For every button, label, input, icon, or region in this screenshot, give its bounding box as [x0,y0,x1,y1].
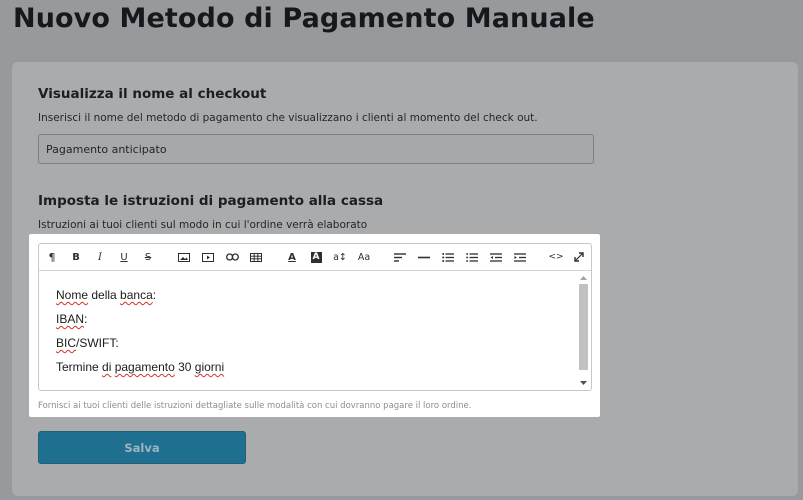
paragraph-style-button[interactable]: ¶ [42,244,62,270]
background-color-button[interactable]: A [306,244,326,270]
outdent-icon [490,252,502,262]
font-size-button[interactable]: a↕ [330,244,350,270]
indent-button[interactable] [510,244,530,270]
outdent-button[interactable] [486,244,506,270]
video-icon [202,252,214,262]
indent-icon [514,252,526,262]
highlight-color-icon: A [310,251,322,263]
bold-button[interactable]: B [66,244,86,270]
instructions-editor-panel: ¶ B I U S A A a↕ Aa <> Nome della banca:… [29,234,600,417]
payment-method-form: Visualizza il nome al checkout Inserisci… [12,62,798,496]
align-left-icon [394,252,406,262]
instructions-heading: Imposta le istruzioni di pagamento alla … [38,193,384,209]
unordered-list-button[interactable] [438,244,458,270]
editor-content[interactable]: Nome della banca: IBAN: BIC/SWIFT: Termi… [39,271,591,390]
fullscreen-button[interactable] [569,244,589,270]
scroll-up-arrow-icon[interactable] [578,273,589,282]
scroll-down-arrow-icon[interactable] [578,378,589,387]
image-icon [178,252,190,262]
insert-video-button[interactable] [198,244,218,270]
content-line-bic: BIC/SWIFT: [56,336,119,350]
spellcheck-word: IBAN [56,312,85,326]
content-line-bank-name: Nome della banca: [56,288,156,302]
underline-button[interactable]: U [114,244,134,270]
table-icon [250,252,262,262]
save-button[interactable]: Salva [38,431,246,464]
editor-toolbar: ¶ B I U S A A a↕ Aa <> [39,244,591,271]
content-text: Termine [56,360,103,374]
rich-text-editor: ¶ B I U S A A a↕ Aa <> Nome della banca:… [38,243,592,391]
spellcheck-word: Nome [56,288,89,302]
link-icon [225,253,239,261]
strikethrough-button[interactable]: S [138,244,158,270]
numbered-list-icon [466,252,478,262]
horizontal-rule-icon [418,256,430,258]
insert-table-button[interactable] [246,244,266,270]
page-title: Nuovo Metodo di Pagamento Manuale [13,3,595,34]
checkout-name-input[interactable] [38,134,594,164]
editor-hint: Fornisci ai tuoi clienti delle istruzion… [38,401,472,411]
align-button[interactable] [390,244,410,270]
content-text: : [84,312,88,326]
checkout-name-helper: Inserisci il nome del metodo di pagament… [38,112,538,124]
content-text: /SWIFT: [76,336,119,350]
checkout-name-heading: Visualizza il nome al checkout [38,86,267,102]
content-text: : [152,288,157,302]
spellcheck-word: di [102,360,112,374]
font-color-button[interactable]: A [282,244,302,270]
code-view-button[interactable]: <> [546,244,566,270]
spellcheck-word: giorni [194,360,225,374]
content-text: della [88,288,121,302]
bulleted-list-icon [442,252,454,262]
editor-scrollbar[interactable] [578,273,589,387]
font-family-button[interactable]: Aa [354,244,374,270]
italic-button[interactable]: I [90,244,110,270]
insert-link-button[interactable] [222,244,242,270]
spellcheck-word: pagamento [114,360,175,374]
spellcheck-word: banca [120,288,153,302]
spellcheck-word: BIC [56,336,77,350]
content-text: 30 [174,360,195,374]
scrollbar-thumb[interactable] [579,284,588,370]
content-line-iban: IBAN: [56,312,87,326]
horizontal-rule-button[interactable] [414,244,434,270]
ordered-list-button[interactable] [462,244,482,270]
instructions-helper: Istruzioni ai tuoi clienti sul modo in c… [38,219,368,231]
insert-image-button[interactable] [174,244,194,270]
content-line-terms: Termine di pagamento 30 giorni [56,360,224,374]
fullscreen-icon [574,252,584,262]
